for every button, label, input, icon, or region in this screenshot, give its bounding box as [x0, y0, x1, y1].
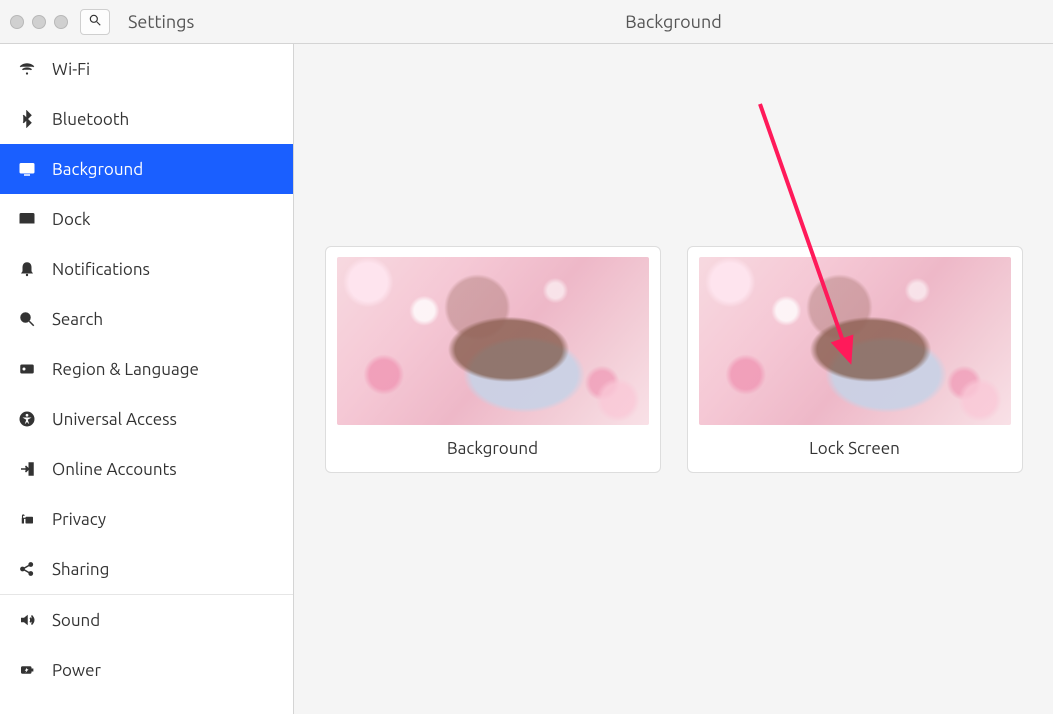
sidebar-item-online-accounts[interactable]: Online Accounts: [0, 444, 293, 494]
universal-access-icon: [18, 410, 36, 428]
sidebar-item-label: Wi-Fi: [52, 60, 90, 79]
window-controls: [0, 15, 68, 29]
sidebar-item-label: Dock: [52, 210, 90, 229]
wallpaper-caption: Background: [326, 425, 660, 472]
wallpaper-caption: Lock Screen: [688, 425, 1022, 472]
wallpaper-preview-background: [337, 257, 649, 425]
dock-icon: [18, 210, 36, 228]
wifi-icon: [18, 60, 36, 78]
sidebar-item-label: Background: [52, 160, 143, 179]
privacy-icon: [18, 510, 36, 528]
sidebar-item-wifi[interactable]: Wi-Fi: [0, 44, 293, 94]
sidebar-item-label: Universal Access: [52, 410, 177, 429]
power-icon: [18, 661, 36, 679]
bluetooth-icon: [18, 110, 36, 128]
sidebar-item-label: Bluetooth: [52, 110, 129, 129]
background-icon: [18, 160, 36, 178]
background-wallpaper-card[interactable]: Background: [325, 246, 661, 473]
sidebar-item-label: Notifications: [52, 260, 150, 279]
maximize-window-button[interactable]: [54, 15, 68, 29]
page-title: Background: [294, 12, 1053, 32]
sidebar-item-label: Power: [52, 661, 101, 680]
sharing-icon: [18, 560, 36, 578]
search-icon: [88, 13, 102, 31]
sidebar-item-power[interactable]: Power: [0, 645, 293, 695]
sidebar-item-region[interactable]: Region & Language: [0, 344, 293, 394]
sidebar-item-label: Sharing: [52, 560, 109, 579]
main-content: Background Lock Screen: [294, 44, 1053, 714]
sidebar-item-label: Sound: [52, 611, 100, 630]
sidebar-item-label: Online Accounts: [52, 460, 177, 479]
titlebar: Settings Background: [0, 0, 1053, 44]
sidebar-item-universal-access[interactable]: Universal Access: [0, 394, 293, 444]
sidebar-item-background[interactable]: Background: [0, 144, 293, 194]
sidebar: Wi-Fi Bluetooth Background Dock Notifica: [0, 44, 294, 714]
sidebar-item-sharing[interactable]: Sharing: [0, 544, 293, 594]
sidebar-item-label: Search: [52, 310, 103, 329]
minimize-window-button[interactable]: [32, 15, 46, 29]
sidebar-item-sound[interactable]: Sound: [0, 595, 293, 645]
sidebar-item-privacy[interactable]: Privacy: [0, 494, 293, 544]
sidebar-item-notifications[interactable]: Notifications: [0, 244, 293, 294]
bell-icon: [18, 260, 36, 278]
search-button[interactable]: [80, 9, 110, 35]
sidebar-item-label: Privacy: [52, 510, 106, 529]
wallpaper-preview-lockscreen: [699, 257, 1011, 425]
sound-icon: [18, 611, 36, 629]
sidebar-item-dock[interactable]: Dock: [0, 194, 293, 244]
lock-screen-wallpaper-card[interactable]: Lock Screen: [687, 246, 1023, 473]
close-window-button[interactable]: [10, 15, 24, 29]
sidebar-item-search[interactable]: Search: [0, 294, 293, 344]
online-accounts-icon: [18, 460, 36, 478]
sidebar-item-bluetooth[interactable]: Bluetooth: [0, 94, 293, 144]
sidebar-item-label: Region & Language: [52, 360, 199, 379]
search-icon: [18, 310, 36, 328]
region-icon: [18, 360, 36, 378]
app-title: Settings: [128, 12, 194, 32]
